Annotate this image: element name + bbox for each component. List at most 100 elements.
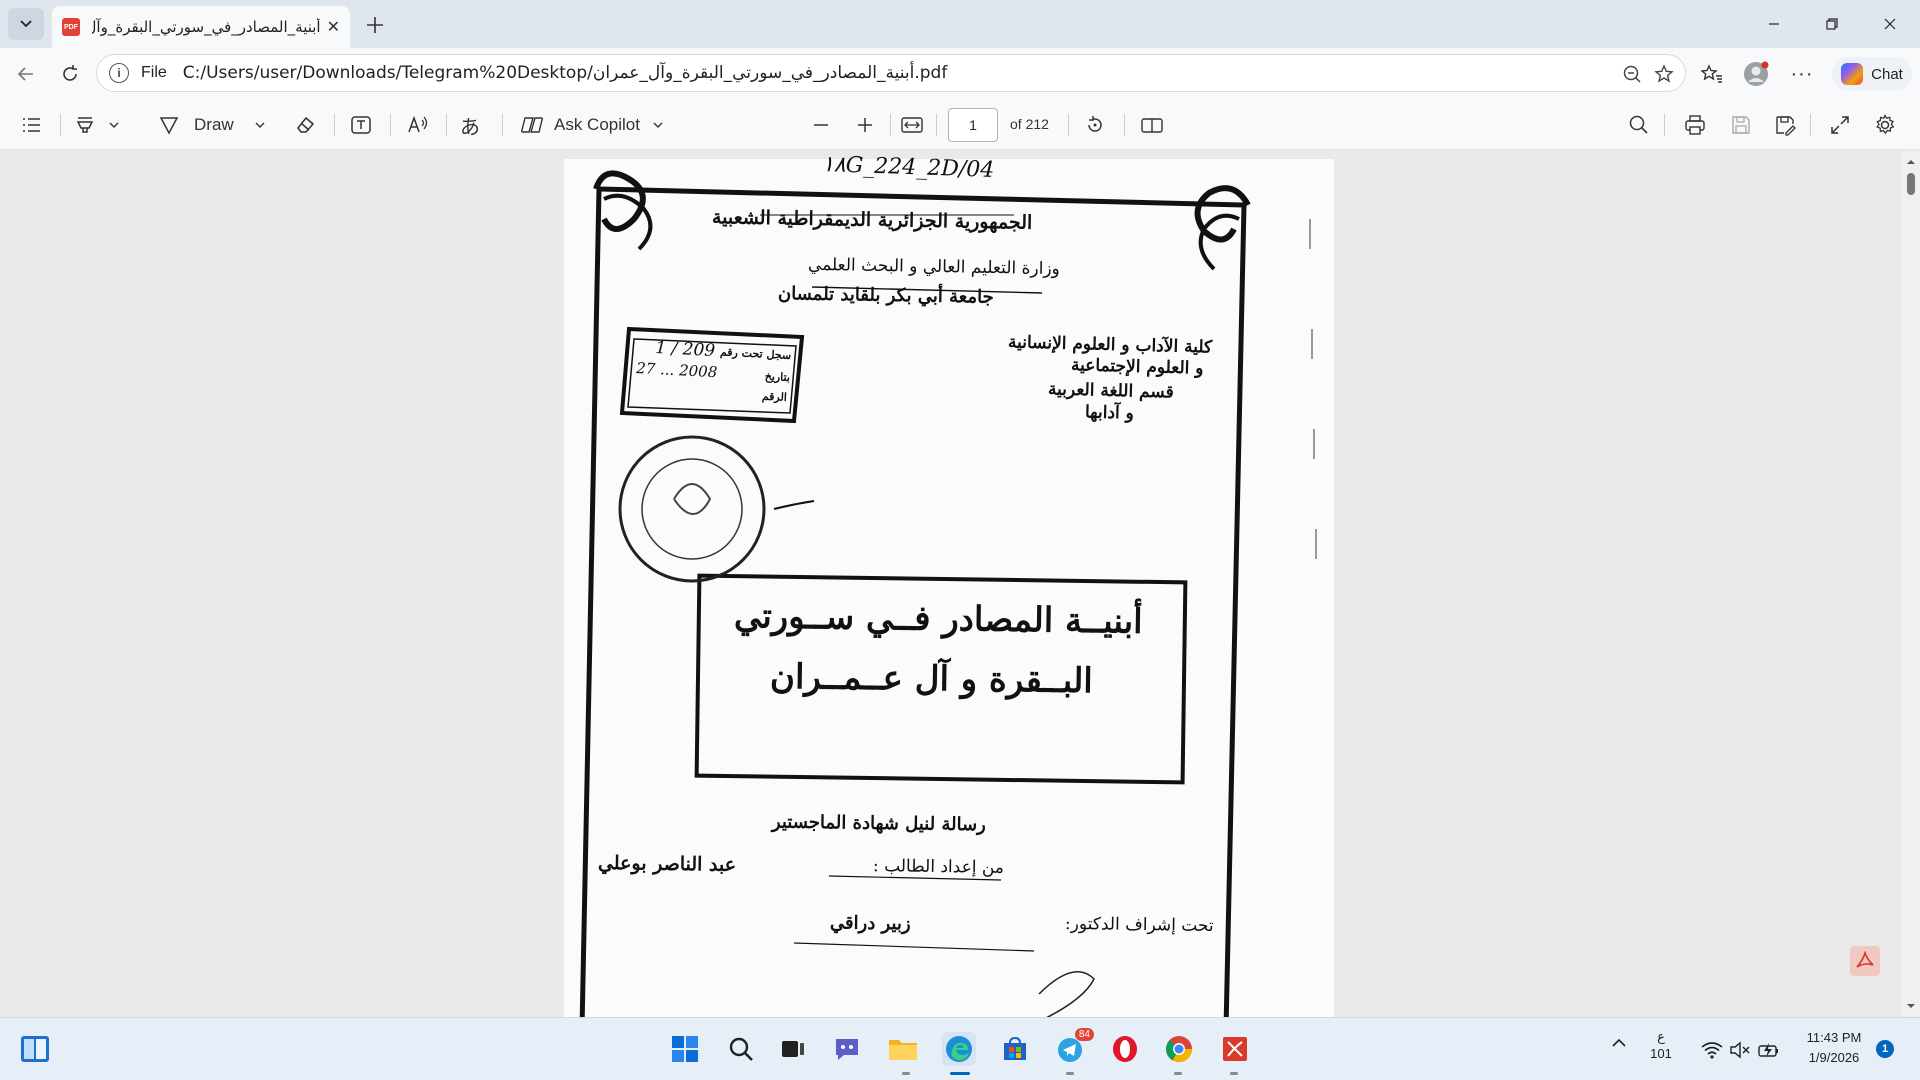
restore-button[interactable] xyxy=(1810,8,1854,40)
acrobat-reader-button[interactable] xyxy=(1218,1032,1252,1066)
student-label: من إعداد الطالب : xyxy=(872,856,1005,878)
zoom-out-icon[interactable] xyxy=(1619,61,1645,87)
running-indicator xyxy=(1066,1072,1074,1075)
translate-button[interactable]: あ xyxy=(460,110,480,140)
volume-muted-icon xyxy=(1730,1041,1750,1059)
address-bar[interactable]: i File C:/Users/user/Downloads/Telegram%… xyxy=(96,54,1686,92)
thesis-degree: رسالة لنيل شهادة الماجستير xyxy=(771,811,986,836)
minimize-button[interactable] xyxy=(1752,8,1796,40)
start-button[interactable] xyxy=(668,1032,702,1066)
close-window-button[interactable] xyxy=(1868,8,1912,40)
widgets-button[interactable] xyxy=(18,1032,52,1066)
toolbar-divider xyxy=(60,114,61,136)
clock-date: 1/9/2026 xyxy=(1808,1050,1860,1065)
gear-icon xyxy=(1876,114,1895,135)
back-arrow-icon xyxy=(17,67,33,81)
text-box-icon xyxy=(351,116,371,134)
printer-icon xyxy=(1685,115,1705,135)
fit-to-width-button[interactable] xyxy=(900,110,924,140)
page-view-button[interactable] xyxy=(1140,110,1164,140)
tab-actions-menu-button[interactable] xyxy=(8,8,44,40)
chrome-button[interactable] xyxy=(1162,1032,1196,1066)
draw-button[interactable]: Draw xyxy=(158,110,266,140)
search-icon xyxy=(729,1037,753,1061)
copilot-outline-icon xyxy=(520,117,544,133)
scroll-down-icon[interactable] xyxy=(1902,999,1920,1013)
toolbar-divider xyxy=(390,114,391,136)
microsoft-store-button[interactable] xyxy=(998,1032,1032,1066)
close-tab-icon[interactable]: ✕ xyxy=(327,17,340,37)
back-button[interactable] xyxy=(10,58,42,90)
settings-more-button[interactable]: ··· xyxy=(1786,58,1818,90)
minimize-icon xyxy=(1769,23,1779,25)
erase-button[interactable] xyxy=(294,110,316,140)
stamp-code-label: الرقم xyxy=(761,389,788,404)
highlight-button[interactable] xyxy=(74,110,120,140)
battery-charging-icon xyxy=(1758,1043,1778,1057)
notification-badge[interactable]: 1 xyxy=(1876,1040,1894,1058)
pdf-settings-button[interactable] xyxy=(1874,110,1896,140)
tab-active[interactable]: PDF أبنية_المصادر_في_سورتي_البقرة_وآل ✕ xyxy=(52,6,350,48)
stamp-date: 27 ... 2008 xyxy=(635,359,718,382)
telegram-button[interactable]: 84 xyxy=(1054,1028,1094,1066)
chat-label: Chat xyxy=(1871,65,1903,83)
favorites-button[interactable] xyxy=(1696,58,1728,90)
favorites-list-icon xyxy=(1701,64,1722,83)
widgets-icon xyxy=(21,1036,49,1062)
read-aloud-button[interactable] xyxy=(406,110,430,140)
file-explorer-button[interactable] xyxy=(886,1032,920,1066)
site-info-icon[interactable]: i xyxy=(109,63,129,83)
page-view-icon xyxy=(1141,118,1163,133)
pdf-file-icon: PDF xyxy=(62,18,80,36)
save-as-button[interactable] xyxy=(1774,110,1796,140)
translate-icon: あ xyxy=(460,116,480,139)
taskbar: 84 ع 101 11:43 PM 1/9/2026 1 xyxy=(0,1017,1920,1080)
thesis-title-line-2: البــقرة و آل عــمــران xyxy=(769,656,1094,702)
acrobat-extension-icon[interactable] xyxy=(1850,946,1880,976)
toolbar-divider xyxy=(1810,114,1811,136)
opera-button[interactable] xyxy=(1108,1032,1142,1066)
add-text-button[interactable] xyxy=(350,110,372,140)
clock-button[interactable]: 11:43 PM 1/9/2026 xyxy=(1798,1028,1870,1068)
toolbar-divider xyxy=(446,114,447,136)
print-button[interactable] xyxy=(1684,110,1706,140)
quick-settings-button[interactable] xyxy=(1694,1036,1788,1064)
copilot-taskbar-button[interactable] xyxy=(830,1032,864,1066)
address-scheme: File xyxy=(141,64,167,81)
find-button[interactable] xyxy=(1628,110,1650,140)
save-button[interactable] xyxy=(1730,110,1752,140)
scroll-up-icon[interactable] xyxy=(1902,155,1920,169)
rotate-button[interactable] xyxy=(1084,110,1106,140)
edge-button[interactable] xyxy=(942,1032,976,1066)
read-aloud-icon xyxy=(408,115,428,133)
edge-browser-icon xyxy=(946,1036,972,1062)
ask-copilot-button[interactable]: Ask Copilot xyxy=(520,110,664,140)
refresh-button[interactable] xyxy=(54,58,86,90)
show-hidden-icons-button[interactable] xyxy=(1604,1038,1634,1048)
language-code-top: ع xyxy=(1657,1029,1665,1044)
eraser-icon xyxy=(297,116,315,133)
taskbar-search-button[interactable] xyxy=(724,1032,758,1066)
zoom-in-button[interactable] xyxy=(856,110,874,140)
page-number-input[interactable]: 1 xyxy=(948,108,998,142)
address-url[interactable]: C:/Users/user/Downloads/Telegram%20Deskt… xyxy=(183,63,948,83)
running-indicator xyxy=(1174,1072,1182,1075)
chrome-icon xyxy=(1165,1036,1193,1063)
copilot-chat-button[interactable]: Chat xyxy=(1832,57,1912,91)
restore-icon xyxy=(1826,18,1838,30)
new-tab-button[interactable] xyxy=(360,10,390,40)
running-indicator xyxy=(1230,1072,1238,1075)
task-view-button[interactable] xyxy=(776,1032,810,1066)
clock-time: 11:43 PM xyxy=(1806,1030,1862,1045)
fullscreen-button[interactable] xyxy=(1830,110,1850,140)
favorite-star-icon[interactable] xyxy=(1651,61,1677,87)
profile-button[interactable] xyxy=(1740,58,1772,90)
contents-button[interactable] xyxy=(20,110,42,140)
input-language-indicator[interactable]: ع 101 xyxy=(1646,1028,1676,1062)
vertical-scrollbar[interactable] xyxy=(1902,151,1920,1017)
thesis-title-line-1: أبنيــة المصادر فــي ســورتي xyxy=(733,596,1143,642)
title-bar: PDF أبنية_المصادر_في_سورتي_البقرة_وآل ✕ xyxy=(0,0,1920,48)
pdf-viewer[interactable]: ١٨G_224_2D/04 الجمهورية الجزائرية الديمق… xyxy=(0,151,1920,1017)
scrollbar-thumb[interactable] xyxy=(1907,173,1915,195)
zoom-out-button[interactable] xyxy=(812,110,830,140)
